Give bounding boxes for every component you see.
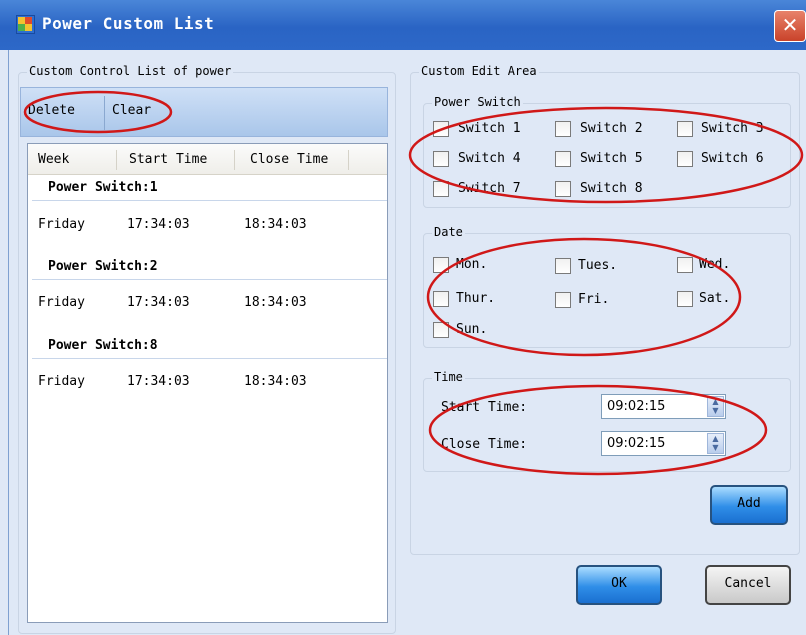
time-legend: Time — [432, 370, 465, 384]
group-divider — [32, 358, 387, 359]
table-row-close[interactable]: 18:34:03 — [244, 217, 307, 232]
switch-6-checkbox[interactable] — [677, 151, 693, 167]
group-header: Power Switch:2 — [48, 259, 158, 274]
column-header-week[interactable]: Week — [38, 152, 69, 167]
thursday-label: Thur. — [456, 291, 496, 306]
switch-4-label: Switch 4 — [458, 151, 521, 166]
table-row-start[interactable]: 17:34:03 — [127, 217, 190, 232]
sunday-label: Sun. — [456, 322, 488, 337]
start-time-picker[interactable]: 09:02:15 ▲ ▼ — [601, 394, 726, 419]
switch-3-checkbox[interactable] — [677, 121, 693, 137]
switch-7-checkbox[interactable] — [433, 181, 449, 197]
monday-label: Mon. — [456, 257, 488, 272]
start-time-value: 09:02:15 — [607, 399, 666, 414]
table-row-close[interactable]: 18:34:03 — [244, 295, 307, 310]
table-row-week[interactable]: Friday — [38, 295, 85, 310]
table-row-close[interactable]: 18:34:03 — [244, 374, 307, 389]
window-title: Power Custom List — [42, 14, 215, 33]
table-row-start[interactable]: 17:34:03 — [127, 374, 190, 389]
monday-checkbox[interactable] — [433, 257, 449, 273]
column-header-close-time[interactable]: Close Time — [250, 152, 328, 167]
time-group: Time — [423, 370, 791, 472]
spinner-up-icon: ▲ — [712, 434, 719, 443]
switch-2-checkbox[interactable] — [555, 121, 571, 137]
switch-3-label: Switch 3 — [701, 121, 764, 136]
close-time-value: 09:02:15 — [607, 436, 666, 451]
friday-checkbox[interactable] — [555, 292, 571, 308]
close-icon: ✕ — [781, 13, 799, 37]
group-divider — [32, 200, 387, 201]
tuesday-checkbox[interactable] — [555, 258, 571, 274]
saturday-label: Sat. — [699, 291, 731, 306]
column-separator — [234, 150, 235, 170]
group-header: Power Switch:1 — [48, 180, 158, 195]
date-legend: Date — [432, 225, 465, 239]
spinner-up-icon: ▲ — [712, 397, 719, 406]
table-row-start[interactable]: 17:34:03 — [127, 295, 190, 310]
switch-7-label: Switch 7 — [458, 181, 521, 196]
title-bar: Power Custom List ✕ — [0, 0, 806, 50]
switch-5-checkbox[interactable] — [555, 151, 571, 167]
close-time-spinner[interactable]: ▲ ▼ — [707, 433, 724, 454]
spinner-down-icon: ▼ — [712, 406, 719, 415]
wednesday-label: Wed. — [699, 257, 731, 272]
start-time-label: Start Time: — [441, 400, 528, 415]
group-divider — [32, 279, 387, 280]
list-toolbar: Delete Clear — [20, 87, 388, 137]
switch-2-label: Switch 2 — [580, 121, 643, 136]
switch-5-label: Switch 5 — [580, 151, 643, 166]
table-row-week[interactable]: Friday — [38, 374, 85, 389]
power-list-view[interactable]: Week Start Time Close Time Power Switch:… — [27, 143, 388, 623]
column-header-start-time[interactable]: Start Time — [129, 152, 207, 167]
delete-button[interactable]: Delete — [28, 103, 75, 118]
switch-4-checkbox[interactable] — [433, 151, 449, 167]
friday-label: Fri. — [578, 292, 610, 307]
table-row-week[interactable]: Friday — [38, 217, 85, 232]
edit-area-legend: Custom Edit Area — [419, 64, 539, 78]
list-header: Week Start Time Close Time — [28, 144, 387, 175]
toolbar-separator — [104, 96, 105, 130]
switch-8-checkbox[interactable] — [555, 181, 571, 197]
switch-1-checkbox[interactable] — [433, 121, 449, 137]
group-header: Power Switch:8 — [48, 338, 158, 353]
add-button[interactable]: Add — [710, 485, 788, 525]
app-icon — [16, 15, 35, 34]
list-group-legend: Custom Control List of power — [27, 64, 234, 78]
close-button[interactable]: ✕ — [774, 10, 806, 42]
thursday-checkbox[interactable] — [433, 291, 449, 307]
spinner-down-icon: ▼ — [712, 443, 719, 452]
sunday-checkbox[interactable] — [433, 322, 449, 338]
column-separator — [348, 150, 349, 170]
start-time-spinner[interactable]: ▲ ▼ — [707, 396, 724, 417]
cancel-button[interactable]: Cancel — [705, 565, 791, 605]
switch-8-label: Switch 8 — [580, 181, 643, 196]
clear-button[interactable]: Clear — [112, 103, 151, 118]
column-separator — [116, 150, 117, 170]
switch-6-label: Switch 6 — [701, 151, 764, 166]
tuesday-label: Tues. — [578, 258, 618, 273]
switch-1-label: Switch 1 — [458, 121, 521, 136]
saturday-checkbox[interactable] — [677, 291, 693, 307]
close-time-label: Close Time: — [441, 437, 528, 452]
wednesday-checkbox[interactable] — [677, 257, 693, 273]
close-time-picker[interactable]: 09:02:15 ▲ ▼ — [601, 431, 726, 456]
power-switch-legend: Power Switch — [432, 95, 523, 109]
ok-button[interactable]: OK — [576, 565, 662, 605]
